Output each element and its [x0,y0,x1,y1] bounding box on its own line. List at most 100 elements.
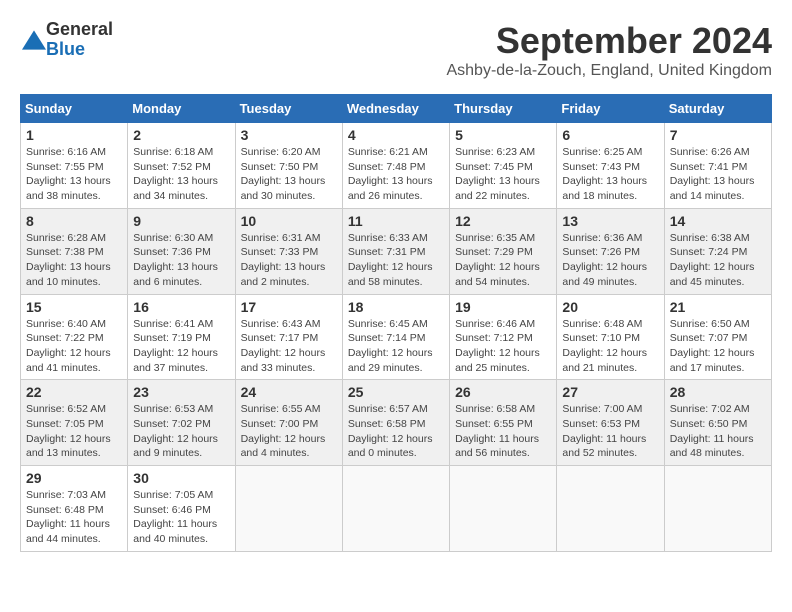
day-detail: Sunrise: 6:46 AM Sunset: 7:12 PM Dayligh… [455,317,551,376]
day-detail: Sunrise: 6:25 AM Sunset: 7:43 PM Dayligh… [562,145,658,204]
calendar-week-1: 1 Sunrise: 6:16 AM Sunset: 7:55 PM Daylig… [21,123,772,209]
day-detail: Sunrise: 6:52 AM Sunset: 7:05 PM Dayligh… [26,402,122,461]
table-row: 10 Sunrise: 6:31 AM Sunset: 7:33 PM Dayli… [235,208,342,294]
day-detail: Sunrise: 6:30 AM Sunset: 7:36 PM Dayligh… [133,231,229,290]
day-number: 16 [133,299,229,315]
day-number: 1 [26,127,122,143]
day-detail: Sunrise: 6:21 AM Sunset: 7:48 PM Dayligh… [348,145,444,204]
day-detail: Sunrise: 6:23 AM Sunset: 7:45 PM Dayligh… [455,145,551,204]
day-number: 9 [133,213,229,229]
day-detail: Sunrise: 6:43 AM Sunset: 7:17 PM Dayligh… [241,317,337,376]
table-row: 9 Sunrise: 6:30 AM Sunset: 7:36 PM Daylig… [128,208,235,294]
day-number: 21 [670,299,766,315]
day-number: 22 [26,384,122,400]
location: Ashby-de-la-Zouch, England, United Kingd… [446,62,772,80]
day-number: 29 [26,470,122,486]
table-row: 22 Sunrise: 6:52 AM Sunset: 7:05 PM Dayli… [21,380,128,466]
day-number: 10 [241,213,337,229]
table-row: 3Sunrise: 6:20 AM Sunset: 7:50 PM Daylig… [235,123,342,209]
table-row: 13Sunrise: 6:36 AM Sunset: 7:26 PM Dayli… [557,208,664,294]
table-row: 16Sunrise: 6:41 AM Sunset: 7:19 PM Dayli… [128,294,235,380]
day-detail: Sunrise: 7:03 AM Sunset: 6:48 PM Dayligh… [26,488,122,547]
col-sunday: Sunday [21,95,128,123]
day-number: 7 [670,127,766,143]
day-detail: Sunrise: 6:53 AM Sunset: 7:02 PM Dayligh… [133,402,229,461]
day-detail: Sunrise: 6:18 AM Sunset: 7:52 PM Dayligh… [133,145,229,204]
table-row: 17Sunrise: 6:43 AM Sunset: 7:17 PM Dayli… [235,294,342,380]
day-detail: Sunrise: 7:05 AM Sunset: 6:46 PM Dayligh… [133,488,229,547]
day-number: 25 [348,384,444,400]
table-row: 19 Sunrise: 6:46 AM Sunset: 7:12 PM Dayli… [450,294,557,380]
day-number: 5 [455,127,551,143]
col-thursday: Thursday [450,95,557,123]
table-row: 20Sunrise: 6:48 AM Sunset: 7:10 PM Dayli… [557,294,664,380]
day-number: 4 [348,127,444,143]
day-detail: Sunrise: 6:45 AM Sunset: 7:14 PM Dayligh… [348,317,444,376]
calendar-table: Sunday Monday Tuesday Wednesday Thursday… [20,94,772,552]
table-row [342,466,449,552]
day-number: 24 [241,384,337,400]
table-row [450,466,557,552]
col-saturday: Saturday [664,95,771,123]
day-detail: Sunrise: 6:55 AM Sunset: 7:00 PM Dayligh… [241,402,337,461]
day-detail: Sunrise: 6:31 AM Sunset: 7:33 PM Dayligh… [241,231,337,290]
table-row: 29 Sunrise: 7:03 AM Sunset: 6:48 PM Dayli… [21,466,128,552]
table-row: 5 Sunrise: 6:23 AM Sunset: 7:45 PM Daylig… [450,123,557,209]
day-detail: Sunrise: 6:36 AM Sunset: 7:26 PM Dayligh… [562,231,658,290]
calendar-week-4: 22 Sunrise: 6:52 AM Sunset: 7:05 PM Dayli… [21,380,772,466]
month-title: September 2024 [446,20,772,62]
table-row: 4 Sunrise: 6:21 AM Sunset: 7:48 PM Daylig… [342,123,449,209]
day-detail: Sunrise: 6:35 AM Sunset: 7:29 PM Dayligh… [455,231,551,290]
day-detail: Sunrise: 6:40 AM Sunset: 7:22 PM Dayligh… [26,317,122,376]
day-number: 12 [455,213,551,229]
logo: General Blue [20,20,113,60]
col-friday: Friday [557,95,664,123]
calendar-week-2: 8 Sunrise: 6:28 AM Sunset: 7:38 PM Daylig… [21,208,772,294]
calendar-week-5: 29 Sunrise: 7:03 AM Sunset: 6:48 PM Dayli… [21,466,772,552]
table-row: 21 Sunrise: 6:50 AM Sunset: 7:07 PM Dayli… [664,294,771,380]
day-number: 3 [241,127,337,143]
day-number: 26 [455,384,551,400]
day-detail: Sunrise: 6:48 AM Sunset: 7:10 PM Dayligh… [562,317,658,376]
table-row: 28 Sunrise: 7:02 AM Sunset: 6:50 PM Dayli… [664,380,771,466]
title-section: September 2024 Ashby-de-la-Zouch, Englan… [446,20,772,80]
table-row: 14 Sunrise: 6:38 AM Sunset: 7:24 PM Dayli… [664,208,771,294]
table-row: 2Sunrise: 6:18 AM Sunset: 7:52 PM Daylig… [128,123,235,209]
day-number: 14 [670,213,766,229]
day-detail: Sunrise: 7:00 AM Sunset: 6:53 PM Dayligh… [562,402,658,461]
day-detail: Sunrise: 6:50 AM Sunset: 7:07 PM Dayligh… [670,317,766,376]
day-detail: Sunrise: 6:58 AM Sunset: 6:55 PM Dayligh… [455,402,551,461]
day-number: 18 [348,299,444,315]
day-number: 6 [562,127,658,143]
table-row: 6 Sunrise: 6:25 AM Sunset: 7:43 PM Daylig… [557,123,664,209]
table-row: 18 Sunrise: 6:45 AM Sunset: 7:14 PM Dayli… [342,294,449,380]
day-detail: Sunrise: 6:57 AM Sunset: 6:58 PM Dayligh… [348,402,444,461]
day-number: 23 [133,384,229,400]
logo-icon [22,30,46,50]
day-number: 19 [455,299,551,315]
day-detail: Sunrise: 6:26 AM Sunset: 7:41 PM Dayligh… [670,145,766,204]
day-number: 15 [26,299,122,315]
table-row: 11Sunrise: 6:33 AM Sunset: 7:31 PM Dayli… [342,208,449,294]
table-row: 7 Sunrise: 6:26 AM Sunset: 7:41 PM Daylig… [664,123,771,209]
day-detail: Sunrise: 7:02 AM Sunset: 6:50 PM Dayligh… [670,402,766,461]
calendar-header: Sunday Monday Tuesday Wednesday Thursday… [21,95,772,123]
table-row: 24 Sunrise: 6:55 AM Sunset: 7:00 PM Dayli… [235,380,342,466]
day-number: 11 [348,213,444,229]
col-tuesday: Tuesday [235,95,342,123]
table-row: 8 Sunrise: 6:28 AM Sunset: 7:38 PM Daylig… [21,208,128,294]
col-monday: Monday [128,95,235,123]
logo-text: General Blue [46,20,113,60]
table-row: 23 Sunrise: 6:53 AM Sunset: 7:02 PM Dayli… [128,380,235,466]
day-detail: Sunrise: 6:38 AM Sunset: 7:24 PM Dayligh… [670,231,766,290]
day-number: 27 [562,384,658,400]
day-number: 8 [26,213,122,229]
table-row: 30Sunrise: 7:05 AM Sunset: 6:46 PM Dayli… [128,466,235,552]
table-row [664,466,771,552]
day-detail: Sunrise: 6:16 AM Sunset: 7:55 PM Dayligh… [26,145,122,204]
day-detail: Sunrise: 6:28 AM Sunset: 7:38 PM Dayligh… [26,231,122,290]
table-row [557,466,664,552]
table-row: 27 Sunrise: 7:00 AM Sunset: 6:53 PM Dayli… [557,380,664,466]
table-row: 25 Sunrise: 6:57 AM Sunset: 6:58 PM Dayli… [342,380,449,466]
day-number: 28 [670,384,766,400]
